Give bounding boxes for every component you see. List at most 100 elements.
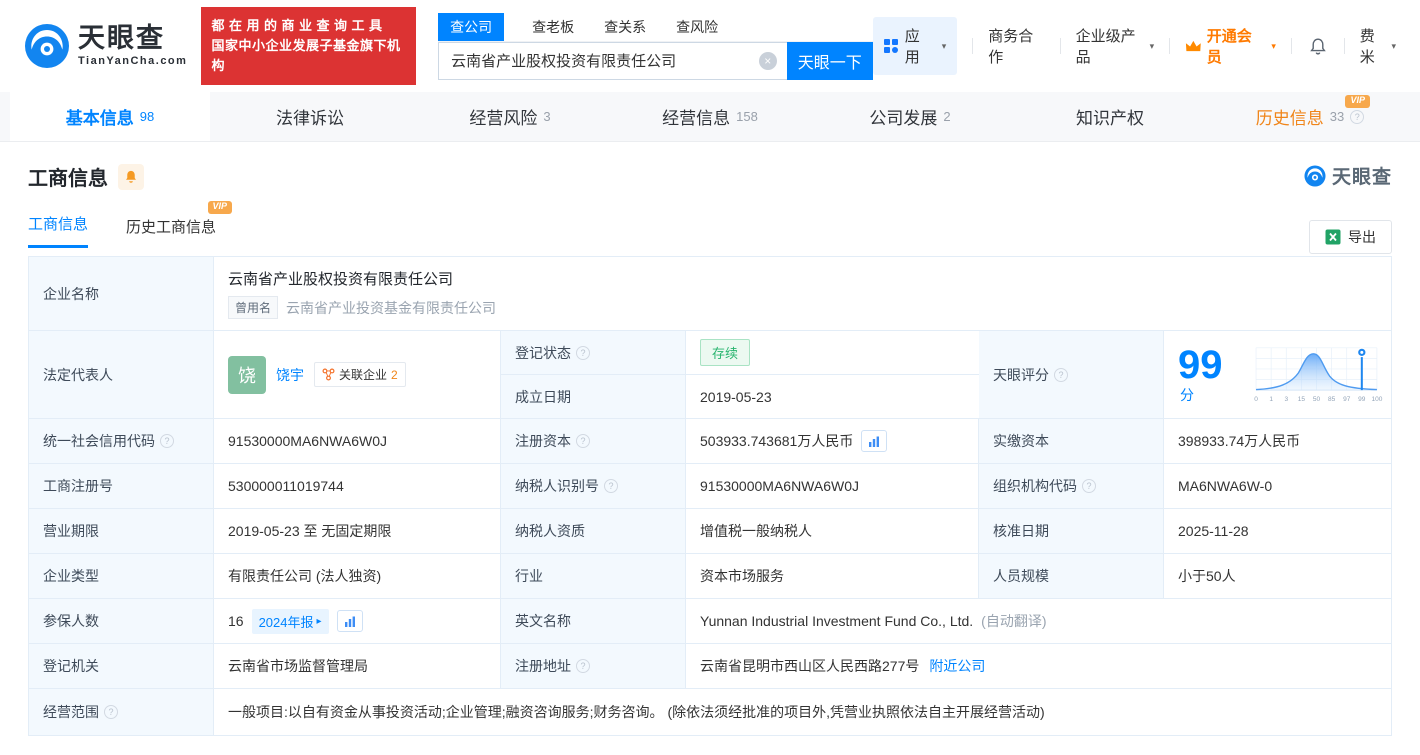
export-button[interactable]: 导出 — [1309, 220, 1392, 254]
tab-company-development[interactable]: 公司发展 2 — [810, 92, 1010, 141]
help-icon[interactable]: ? — [604, 479, 618, 493]
business-scope-value: 一般项目:以自有资金从事投资活动;企业管理;融资咨询服务;财务咨询。 (除依法须… — [214, 689, 1391, 735]
subtab-business-info[interactable]: 工商信息 — [28, 213, 88, 248]
english-name-cell: Yunnan Industrial Investment Fund Co., L… — [686, 599, 1391, 643]
help-icon[interactable]: ? — [104, 705, 118, 719]
field-label: 工商注册号 — [29, 464, 214, 508]
taxpayer-id-value: 91530000MA6NWA6W0J — [686, 464, 979, 508]
notifications-bell-icon[interactable] — [1309, 37, 1327, 56]
tab-history-info[interactable]: VIP 历史信息 33 ? — [1210, 92, 1410, 141]
search-tabs: 查公司 查老板 查关系 查风险 — [438, 13, 873, 42]
help-icon[interactable]: ? — [576, 346, 590, 360]
table-row: 经营范围 ? 一般项目:以自有资金从事投资活动;企业管理;融资咨询服务;财务咨询… — [29, 689, 1391, 735]
divider — [1291, 38, 1292, 54]
chevron-down-icon: ▾ — [1150, 41, 1155, 52]
taxpayer-quality-value: 增值税一般纳税人 — [686, 509, 979, 553]
auto-translate-note: (自动翻译) — [981, 611, 1046, 631]
apps-menu-button[interactable]: 应用 ▾ — [873, 17, 958, 75]
search-button[interactable]: 天眼一下 — [787, 42, 873, 80]
tianyancha-logo-icon — [24, 23, 70, 69]
svg-text:15: 15 — [1298, 396, 1306, 403]
logo-domain-text: TianYanCha.com — [78, 55, 187, 67]
table-row: 统一社会信用代码 ? 91530000MA6NWA6W0J 注册资本 ? 503… — [29, 419, 1391, 464]
chevron-down-icon: ▾ — [942, 41, 947, 52]
company-name: 云南省产业股权投资有限责任公司 — [228, 268, 453, 289]
field-label: 营业期限 — [29, 509, 214, 553]
tab-basic-info[interactable]: 基本信息 98 — [10, 92, 210, 141]
svg-text:85: 85 — [1328, 396, 1336, 403]
score-distribution-chart: 0 1 3 15 50 85 97 99 100 — [1250, 343, 1383, 407]
monitor-bell-icon[interactable] — [118, 164, 144, 190]
score-value: 99 — [1178, 343, 1223, 387]
reg-authority-value: 云南省市场监督管理局 — [214, 644, 501, 688]
approval-date-value: 2025-11-28 — [1164, 509, 1391, 553]
tianyancha-logo[interactable]: 天眼查 TianYanCha.com — [24, 23, 187, 69]
business-cooperation-link[interactable]: 商务合作 — [988, 25, 1044, 67]
insured-count-cell: 16 2024年报 ▸ — [214, 599, 501, 643]
annual-report-badge[interactable]: 2024年报 ▸ — [252, 609, 329, 634]
search-tab-risk[interactable]: 查风险 — [674, 13, 720, 41]
company-name-cell: 云南省产业股权投资有限责任公司 曾用名 云南省产业投资基金有限责任公司 — [214, 257, 1391, 330]
field-label: 成立日期 — [501, 375, 686, 418]
field-label: 统一社会信用代码 ? — [29, 419, 214, 463]
reg-status-cell: 存续 — [686, 331, 979, 374]
field-label: 参保人数 — [29, 599, 214, 643]
enterprise-products-menu[interactable]: 企业级产品 ▾ — [1076, 25, 1155, 67]
search-tab-relation[interactable]: 查关系 — [602, 13, 648, 41]
user-menu[interactable]: 费米 ▾ — [1360, 25, 1396, 67]
promo-banner: 都在用的商业查询工具 国家中小企业发展子基金旗下机构 — [201, 7, 416, 85]
svg-text:1: 1 — [1269, 396, 1273, 403]
legal-rep-link[interactable]: 饶宇 — [276, 365, 304, 385]
tab-intellectual-property[interactable]: 知识产权 — [1010, 92, 1210, 141]
network-icon — [322, 368, 335, 381]
reg-address: 云南省昆明市西山区人民西路277号 — [700, 656, 919, 676]
related-companies-badge[interactable]: 关联企业 2 — [314, 362, 406, 387]
help-icon[interactable]: ? — [1350, 110, 1364, 124]
divider — [1169, 38, 1170, 54]
tianyan-score-cell: 99分 — [1164, 331, 1391, 418]
table-row: 参保人数 16 2024年报 ▸ 英文名称 Yunnan Industrial — [29, 599, 1391, 644]
tab-legal-litigation[interactable]: 法律诉讼 — [210, 92, 410, 141]
open-vip-button[interactable]: 开通会员 ▾ — [1185, 25, 1276, 67]
arrow-right-icon: ▸ — [317, 616, 322, 627]
vip-badge: VIP — [208, 201, 233, 214]
chevron-down-icon: ▾ — [1391, 41, 1396, 52]
score-unit: 分 — [1180, 387, 1194, 403]
clear-input-icon[interactable]: × — [759, 52, 777, 70]
svg-text:50: 50 — [1313, 396, 1321, 403]
field-label: 人员规模 — [979, 554, 1164, 598]
help-icon[interactable]: ? — [1082, 479, 1096, 493]
search-tab-company[interactable]: 查公司 — [438, 13, 504, 41]
help-icon[interactable]: ? — [1054, 368, 1068, 382]
legal-rep-avatar[interactable]: 饶 — [228, 356, 266, 394]
field-label: 天眼评分 ? — [979, 331, 1164, 418]
field-label: 经营范围 ? — [29, 689, 214, 735]
logo-brand-text: 天眼查 — [78, 25, 187, 52]
business-term-value: 2019-05-23 至 无固定期限 — [214, 509, 501, 553]
search-tab-boss[interactable]: 查老板 — [530, 13, 576, 41]
reg-address-cell: 云南省昆明市西山区人民西路277号 附近公司 — [686, 644, 1391, 688]
business-info-subtabs: 工商信息 VIP 历史工商信息 — [28, 213, 1392, 248]
vip-badge: VIP — [1345, 95, 1370, 108]
banner-line1: 都在用的商业查询工具 — [211, 16, 406, 36]
tab-operation-risk[interactable]: 经营风险 3 — [410, 92, 610, 141]
tab-operation-info[interactable]: 经营信息 158 — [610, 92, 810, 141]
help-icon[interactable]: ? — [576, 659, 590, 673]
tianyancha-watermark: 天眼查 — [1304, 162, 1392, 189]
excel-icon — [1325, 229, 1341, 245]
field-label: 登记机关 — [29, 644, 214, 688]
help-icon[interactable]: ? — [160, 434, 174, 448]
industry-value: 资本市场服务 — [686, 554, 979, 598]
divider — [972, 38, 973, 54]
help-icon[interactable]: ? — [576, 434, 590, 448]
field-label: 核准日期 — [979, 509, 1164, 553]
nearby-companies-link[interactable]: 附近公司 — [929, 656, 985, 676]
insured-trend-icon[interactable] — [337, 610, 363, 632]
svg-text:99: 99 — [1358, 396, 1366, 403]
subtab-history-business-info[interactable]: VIP 历史工商信息 — [126, 216, 216, 248]
paid-capital-value: 398933.74万人民币 — [1164, 419, 1391, 463]
field-label: 纳税人资质 — [501, 509, 686, 553]
search-input[interactable] — [438, 42, 787, 80]
capital-trend-icon[interactable] — [861, 430, 887, 452]
former-name: 云南省产业投资基金有限责任公司 — [286, 298, 496, 318]
